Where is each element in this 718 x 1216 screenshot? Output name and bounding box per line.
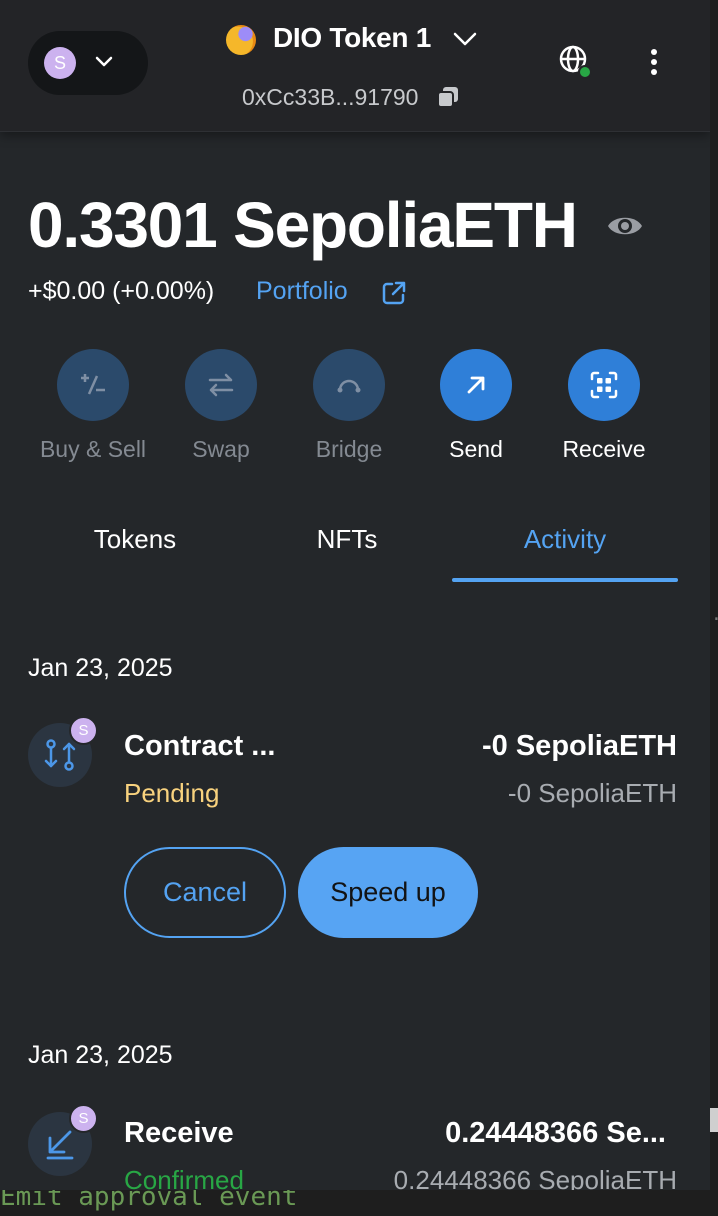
activity-status: Confirmed <box>124 1165 244 1190</box>
receive-arrow-icon <box>46 1130 74 1160</box>
speed-up-button[interactable]: Speed up <box>298 847 478 938</box>
bridge-label: Bridge <box>315 436 383 462</box>
bridge-button[interactable]: Bridge <box>284 349 414 469</box>
bridge-icon <box>337 379 361 393</box>
tab-nfts[interactable]: NFTs <box>234 524 460 555</box>
swap-icon <box>208 373 234 397</box>
account-name[interactable]: DIO Token 1 <box>273 22 431 54</box>
tab-activity[interactable]: Activity <box>452 524 678 555</box>
swap-circle <box>185 349 257 421</box>
account-avatar: S <box>44 47 76 79</box>
send-label: Send <box>449 436 503 462</box>
balance-change: +$0.00 (+0.00%) <box>28 277 215 305</box>
swap-button[interactable]: Swap <box>156 349 286 469</box>
active-tab-indicator <box>452 578 678 582</box>
buy-sell-button[interactable]: Buy & Sell <box>28 349 158 469</box>
activity-title: Receive <box>124 1117 234 1149</box>
tab-tokens[interactable]: Tokens <box>22 524 248 555</box>
activity-amount: -0 SepoliaETH <box>482 730 677 762</box>
portfolio-link[interactable]: Portfolio <box>256 277 348 306</box>
background-code-editor: Emit approval event <box>0 1190 718 1216</box>
chevron-down-icon <box>95 56 113 67</box>
balance-amount: 0.3301 SepoliaETH <box>28 189 578 261</box>
copy-icon[interactable] <box>436 85 460 109</box>
account-address: 0xCc33B...91790 <box>242 84 419 110</box>
account-badge: S <box>69 1104 98 1133</box>
activity-date: Jan 23, 2025 <box>28 1041 173 1069</box>
swap-label: Swap <box>192 436 250 462</box>
send-button[interactable]: Send <box>411 349 541 469</box>
receive-label: Receive <box>562 436 646 462</box>
bridge-circle <box>313 349 385 421</box>
background-code-line: Emit approval event <box>0 1190 298 1212</box>
activity-amount-secondary: -0 SepoliaETH <box>507 778 677 808</box>
background-scrollbar <box>710 1108 718 1132</box>
background-glyph: .r <box>711 604 718 625</box>
send-circle <box>440 349 512 421</box>
swap-vertical-arrows-icon <box>44 739 76 771</box>
buy-sell-label: Buy & Sell <box>39 436 147 462</box>
external-link-icon[interactable] <box>380 279 408 307</box>
eye-icon[interactable] <box>606 210 644 242</box>
buy-sell-circle <box>57 349 129 421</box>
network-logo-icon <box>226 25 256 55</box>
receive-circle <box>568 349 640 421</box>
activity-amount: 0.24448366 Se... <box>445 1117 666 1149</box>
cancel-button[interactable]: Cancel <box>124 847 286 938</box>
wallet-popup: S DIO Token 1 0xCc33B...91790 0.3301 Sep… <box>0 0 710 1190</box>
kebab-menu-icon[interactable] <box>640 48 668 78</box>
receive-button[interactable]: Receive <box>539 349 669 469</box>
account-chevron-down-icon[interactable] <box>452 30 478 48</box>
send-arrow-icon <box>467 376 485 394</box>
activity-title: Contract ... <box>124 730 276 762</box>
activity-date: Jan 23, 2025 <box>28 654 173 682</box>
header: S DIO Token 1 0xCc33B...91790 <box>0 0 710 132</box>
activity-amount-secondary: 0.24448366 SepoliaETH <box>393 1165 677 1190</box>
qr-code-icon <box>590 371 618 399</box>
account-badge: S <box>69 716 98 745</box>
globe-connection-icon[interactable] <box>558 44 592 80</box>
activity-status: Pending <box>124 778 220 808</box>
buy-sell-icon <box>81 374 105 395</box>
account-picker-button[interactable]: S <box>28 31 148 95</box>
